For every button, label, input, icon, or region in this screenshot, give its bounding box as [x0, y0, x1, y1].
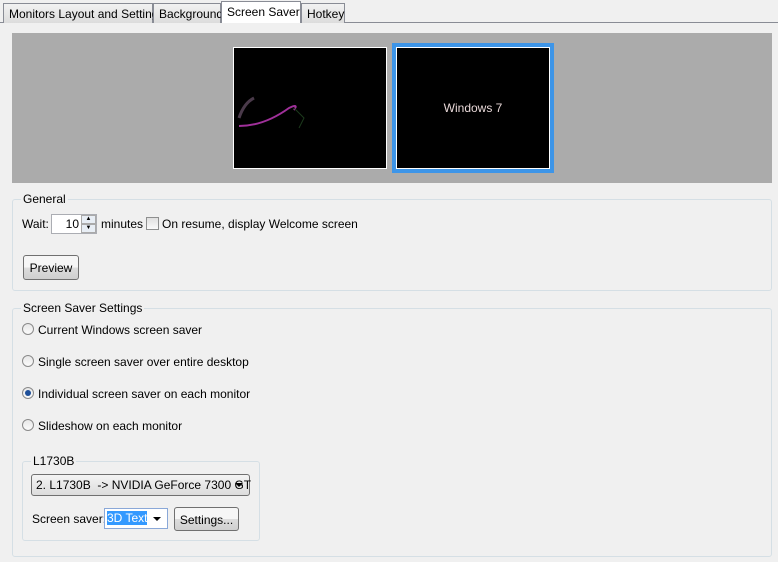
welcome-label: On resume, display Welcome screen: [162, 217, 358, 231]
radio-current-windows[interactable]: [22, 323, 34, 335]
screen-saver-select[interactable]: 3D Text: [104, 508, 168, 529]
swirl-graphic: [237, 96, 305, 129]
stepper-up-icon[interactable]: ▲: [81, 215, 96, 224]
wait-stepper[interactable]: 10 ▲ ▼: [51, 214, 97, 234]
welcome-checkbox[interactable]: [146, 217, 159, 230]
preview-button[interactable]: Preview: [23, 255, 79, 280]
wait-label: Wait:: [22, 217, 49, 231]
monitor-2-preview-text: Windows 7: [396, 47, 550, 169]
radio-single-screen[interactable]: [22, 355, 34, 367]
radio-label: Individual screen saver on each monitor: [38, 387, 251, 401]
radio-label: Current Windows screen saver: [38, 323, 203, 337]
wait-value: 10: [65, 217, 79, 231]
settings-group-title: Screen Saver Settings: [21, 301, 145, 315]
stepper-down-icon[interactable]: ▼: [81, 224, 96, 233]
radio-individual[interactable]: [22, 387, 34, 399]
tab-screen-saver[interactable]: Screen Saver: [221, 1, 301, 23]
general-group-title: General: [21, 192, 68, 206]
radio-slideshow[interactable]: [22, 419, 34, 431]
screen-saver-label: Screen saver:: [32, 512, 107, 526]
tab-monitors-layout[interactable]: Monitors Layout and Settings: [3, 3, 164, 23]
monitor-select[interactable]: 2. L1730B -> NVIDIA GeForce 7300 GT: [31, 474, 252, 496]
tab-background[interactable]: Background: [153, 3, 223, 23]
monitor-group-title: L1730B: [31, 454, 77, 468]
monitor-1-preview[interactable]: [233, 47, 387, 169]
minutes-label: minutes: [101, 217, 144, 231]
chevron-down-icon: [153, 517, 161, 521]
chevron-down-icon: [235, 483, 243, 487]
monitor-select-value: 2. L1730B -> NVIDIA GeForce 7300 GT: [36, 478, 252, 492]
settings-button[interactable]: Settings...: [174, 507, 239, 531]
radio-label: Single screen saver over entire desktop: [38, 355, 249, 369]
tab-hotkey[interactable]: Hotkey: [301, 3, 345, 23]
screen-saver-value: 3D Text: [107, 511, 148, 525]
general-group: General: [12, 192, 772, 291]
radio-label: Slideshow on each monitor: [38, 419, 183, 433]
monitor-2-preview[interactable]: Windows 7: [392, 43, 554, 173]
